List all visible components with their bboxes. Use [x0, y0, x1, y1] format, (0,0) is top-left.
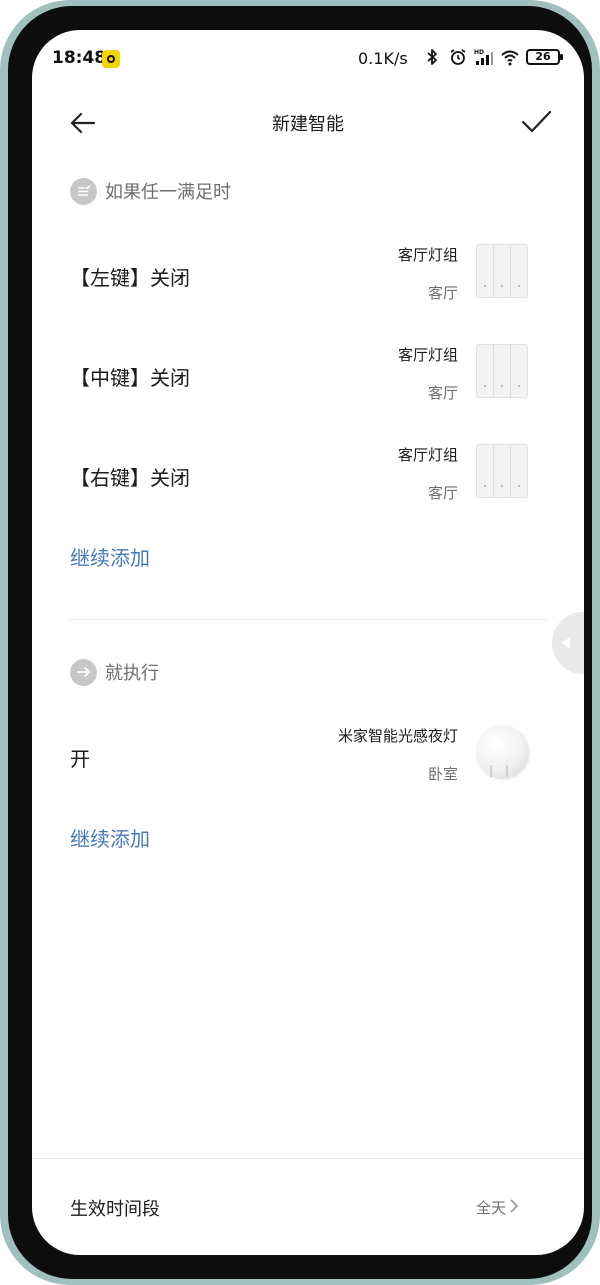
section-divider: [70, 619, 546, 620]
condition-room: 客厅: [427, 284, 458, 302]
hd-signal-icon: HD: [474, 49, 493, 65]
condition-device: 客厅灯组: [397, 246, 458, 264]
bluetooth-icon: [427, 49, 437, 65]
screen: 18:48 0.1K/s HD 26 新建智能 如果任一满足时 【左键】关闭 客…: [32, 30, 584, 1255]
alarm-icon: [450, 49, 466, 65]
side-drawer-handle[interactable]: [552, 612, 584, 674]
svg-text:HD: HD: [474, 49, 484, 56]
wifi-icon: [501, 50, 519, 66]
effective-time-label: 生效时间段: [70, 1199, 160, 1220]
condition-device: 客厅灯组: [397, 346, 458, 364]
condition-room: 客厅: [427, 384, 458, 402]
three-key-switch-image: [476, 244, 532, 300]
battery-icon: 26: [526, 49, 563, 65]
action-action: 开: [70, 747, 90, 771]
add-condition-button[interactable]: 继续添加: [70, 542, 150, 571]
condition-device: 客厅灯组: [397, 446, 458, 464]
header: 新建智能: [32, 96, 584, 148]
action-row[interactable]: 开 米家智能光感夜灯 卧室: [32, 707, 584, 807]
conditions-section-header: 如果任一满足时: [70, 176, 231, 206]
notification-badge-icon: [102, 50, 120, 68]
conditions-label: 如果任一满足时: [105, 182, 231, 203]
condition-row[interactable]: 【右键】关闭 客厅灯组 客厅: [32, 426, 584, 526]
condition-action: 【中键】关闭: [70, 366, 190, 390]
chevron-right-icon: [510, 1199, 519, 1213]
effective-time-value: 全天: [475, 1199, 506, 1217]
condition-action: 【左键】关闭: [70, 266, 190, 290]
three-key-switch-image: [476, 444, 532, 500]
checkmark-icon[interactable]: [518, 104, 554, 140]
condition-row[interactable]: 【中键】关闭 客厅灯组 客厅: [32, 326, 584, 426]
condition-action: 【右键】关闭: [70, 466, 190, 490]
page-title: 新建智能: [272, 114, 344, 135]
add-action-button[interactable]: 继续添加: [70, 823, 150, 852]
list-check-icon: [70, 177, 97, 205]
status-bar: 18:48 0.1K/s HD 26: [32, 30, 584, 86]
arrow-right-circle-icon: [70, 658, 97, 686]
action-room: 卧室: [427, 765, 458, 783]
phone-bezel: 18:48 0.1K/s HD 26 新建智能 如果任一满足时 【左键】关闭 客…: [8, 6, 592, 1279]
status-icons: HD 26: [422, 46, 563, 68]
condition-room: 客厅: [427, 484, 458, 502]
condition-row[interactable]: 【左键】关闭 客厅灯组 客厅: [32, 226, 584, 326]
actions-label: 就执行: [105, 663, 159, 684]
status-time: 18:48: [52, 48, 107, 68]
network-speed: 0.1K/s: [358, 49, 408, 68]
action-device: 米家智能光感夜灯: [337, 727, 458, 745]
night-light-image: [476, 725, 532, 781]
effective-time-row[interactable]: 生效时间段 全天: [32, 1158, 584, 1255]
phone-frame: 18:48 0.1K/s HD 26 新建智能 如果任一满足时 【左键】关闭 客…: [0, 0, 600, 1285]
actions-section-header: 就执行: [70, 657, 159, 687]
three-key-switch-image: [476, 344, 532, 400]
